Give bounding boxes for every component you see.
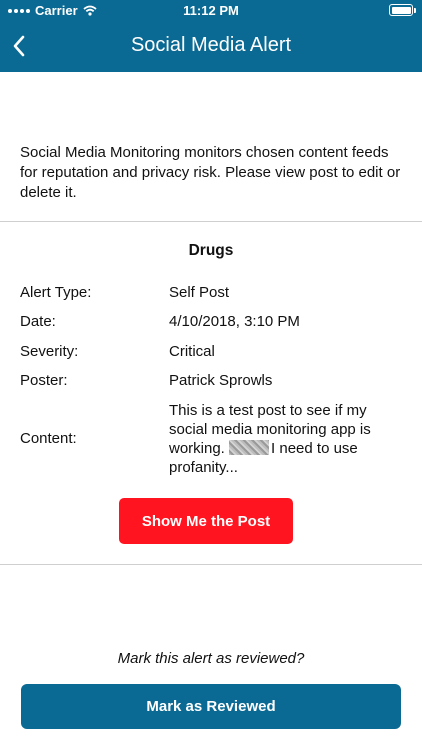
alert-type-value: Self Post xyxy=(169,284,230,301)
review-prompt: Mark this alert as reviewed? xyxy=(117,650,305,667)
content-value: This is a test post to see if my social … xyxy=(169,401,404,477)
severity-value: Critical xyxy=(169,343,215,360)
mark-reviewed-button[interactable]: Mark as Reviewed xyxy=(21,684,401,729)
poster-label: Poster: xyxy=(20,372,68,389)
status-bar: Carrier 11:12 PM xyxy=(0,0,422,22)
alert-title: Drugs xyxy=(188,242,234,259)
date-label: Date: xyxy=(20,313,56,330)
show-post-button[interactable]: Show Me the Post xyxy=(119,498,293,544)
divider-top xyxy=(0,221,422,222)
date-value: 4/10/2018, 3:10 PM xyxy=(169,313,300,330)
nav-header: Carrier 11:12 PM Social Media Alert xyxy=(0,0,422,72)
alert-type-label: Alert Type: xyxy=(20,284,92,301)
blurred-image xyxy=(229,440,270,455)
severity-label: Severity: xyxy=(20,343,79,360)
status-time: 11:12 PM xyxy=(183,3,239,18)
content-label: Content: xyxy=(20,430,77,447)
poster-value: Patrick Sprowls xyxy=(169,372,273,389)
battery-icon xyxy=(389,3,416,16)
intro-text: Social Media Monitoring monitors chosen … xyxy=(20,144,401,201)
page-title: Social Media Alert xyxy=(130,34,292,56)
divider-bottom xyxy=(0,564,422,565)
